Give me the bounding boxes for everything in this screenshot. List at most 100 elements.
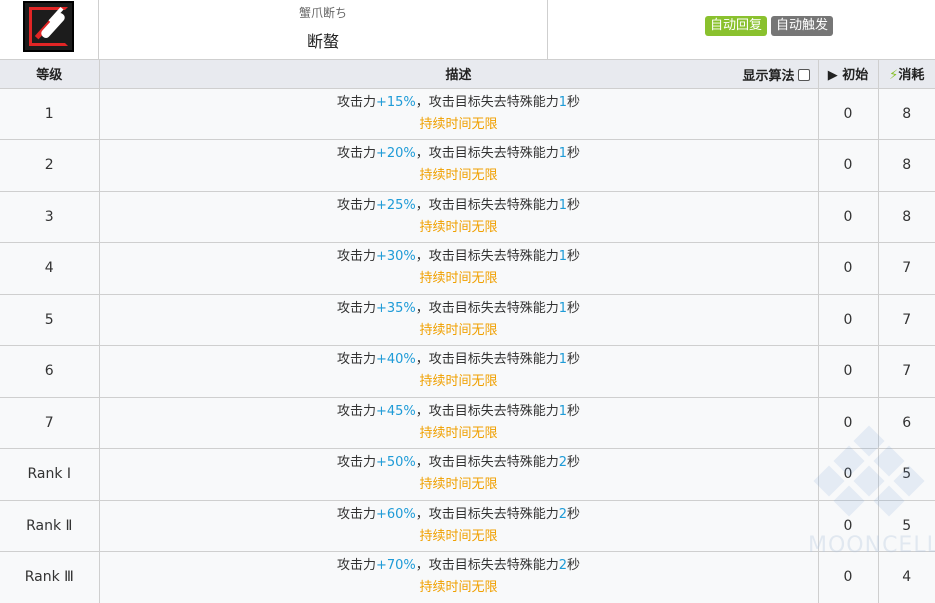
effect-middle: ，攻击目标失去特殊能力: [415, 403, 559, 419]
seconds-value: 1: [558, 300, 568, 316]
atk-value: +70%: [375, 558, 416, 574]
duration-text: 持续时间无限: [419, 528, 498, 544]
cost-cell: 6: [877, 396, 935, 449]
description-cell: 攻击力+60%，攻击目标失去特殊能力2秒持续时间无限: [98, 499, 819, 552]
level-cell: 5: [0, 293, 100, 346]
description-cell: 攻击力+50%，攻击目标失去特殊能力2秒持续时间无限: [98, 448, 819, 501]
seconds-value: 1: [558, 197, 568, 213]
seconds-value: 2: [558, 455, 568, 471]
effect-middle: ，攻击目标失去特殊能力: [415, 558, 559, 574]
effect-prefix: 攻击力: [336, 506, 376, 522]
effect-middle: ，攻击目标失去特殊能力: [415, 300, 559, 316]
level-cell: 7: [0, 396, 100, 449]
table-row: Rank Ⅱ 攻击力+60%，攻击目标失去特殊能力2秒 持续时间无限 0 5: [0, 499, 935, 552]
initial-cell: 0: [817, 499, 879, 552]
initial-cell: 0: [817, 190, 879, 243]
effect-prefix: 攻击力: [336, 197, 376, 213]
initial-cell: 0: [817, 396, 879, 449]
seconds-unit: 秒: [567, 197, 581, 213]
seconds-value: 1: [558, 403, 568, 419]
description-cell: 攻击力+30%，攻击目标失去特殊能力1秒持续时间无限: [98, 242, 819, 295]
cost-cell: 8: [877, 190, 935, 243]
seconds-unit: 秒: [567, 146, 581, 162]
header-initial-label: 初始: [842, 68, 869, 84]
seconds-unit: 秒: [567, 249, 581, 265]
seconds-value: 2: [558, 558, 568, 574]
skill-name: 断螯: [306, 32, 339, 51]
cost-cell: 7: [877, 242, 935, 295]
description-cell: 攻击力+40%，攻击目标失去特殊能力1秒 持续时间无限: [98, 345, 819, 398]
effect-prefix: 攻击力: [336, 352, 376, 368]
cost-cell: 4: [877, 551, 935, 603]
atk-value: +45%: [375, 403, 416, 419]
initial-cell: 0: [817, 242, 879, 295]
effect-middle: ，攻击目标失去特殊能力: [415, 506, 559, 522]
duration-text: 持续时间无限: [419, 219, 498, 235]
seconds-unit: 秒: [567, 455, 581, 471]
effect-line: 攻击力+50%，攻击目标失去特殊能力2秒: [100, 452, 818, 474]
skill-icon-cell: [0, 0, 99, 60]
level-cell: 4: [0, 242, 100, 295]
seconds-unit: 秒: [567, 558, 581, 574]
duration-text: 持续时间无限: [419, 271, 498, 287]
level-cell: Rank Ⅰ: [0, 448, 100, 501]
table-row: 2 攻击力+20%，攻击目标失去特殊能力1秒 持续时间无限 0 8: [0, 139, 935, 192]
seconds-value: 1: [558, 352, 568, 368]
effect-line: 攻击力+35%，攻击目标失去特殊能力1秒: [100, 298, 818, 320]
initial-cell: 0: [817, 551, 879, 603]
show-formula-label: 显示算法: [742, 69, 795, 84]
seconds-value: 1: [558, 94, 568, 110]
cost-cell: 7: [877, 293, 935, 346]
initial-cell: 0: [817, 139, 879, 192]
crab-claw-skill-icon: [23, 1, 74, 52]
duration-text: 持续时间无限: [419, 168, 498, 184]
effect-middle: ，攻击目标失去特殊能力: [415, 455, 559, 471]
duration-text: 持续时间无限: [419, 116, 498, 132]
seconds-unit: 秒: [567, 506, 581, 522]
header-cost-label: 消耗: [898, 68, 925, 84]
seconds-value: 1: [558, 249, 568, 265]
skill-level-table: 等级 描述 显示算法 ▶ 初始 ⚡消耗 1 攻击力+15%，攻击目标失去特殊能力1…: [0, 60, 935, 603]
duration-text: 持续时间无限: [419, 580, 498, 596]
table-header-row: 等级 描述 显示算法 ▶ 初始 ⚡消耗: [0, 60, 935, 89]
show-formula-toggle[interactable]: 显示算法: [742, 65, 810, 84]
effect-prefix: 攻击力: [336, 300, 376, 316]
atk-value: +60%: [375, 506, 416, 522]
duration-text: 持续时间无限: [419, 477, 498, 493]
skill-header: 蟹爪断ち 断螯 自动回复 自动触发: [0, 0, 935, 60]
initial-cell: 0: [817, 345, 879, 398]
effect-line: 攻击力+30%，攻击目标失去特殊能力1秒: [100, 246, 818, 268]
table-row: Rank Ⅲ 攻击力+70%，攻击目标失去特殊能力2秒 持续时间无限 0 4: [0, 551, 935, 603]
initial-cell: 0: [817, 448, 879, 501]
initial-cell: 0: [817, 293, 879, 346]
atk-value: +35%: [375, 300, 416, 316]
effect-line: 攻击力+20%，攻击目标失去特殊能力1秒: [100, 143, 818, 165]
table-row: 3 攻击力+25%，攻击目标失去特殊能力1秒 持续时间无限 0 8: [0, 190, 935, 243]
show-formula-checkbox[interactable]: [797, 68, 810, 81]
description-cell: 攻击力+45%，攻击目标失去特殊能力1秒 持续时间无限: [98, 396, 819, 449]
description-cell: 攻击力+20%，攻击目标失去特殊能力1秒持续时间无限: [98, 139, 819, 192]
atk-value: +25%: [375, 197, 416, 213]
effect-line: 攻击力+15%，攻击目标失去特殊能力1秒: [100, 92, 818, 114]
duration-text: 持续时间无限: [419, 425, 498, 441]
skill-badges: 自动回复 自动触发: [705, 16, 834, 36]
atk-value: +15%: [375, 94, 416, 110]
description-cell: 攻击力+15%，攻击目标失去特殊能力1秒持续时间无限: [98, 87, 819, 140]
level-cell: 6: [0, 345, 100, 398]
header-level: 等级: [0, 60, 100, 89]
effect-line: 攻击力+25%，攻击目标失去特殊能力1秒: [100, 195, 818, 217]
level-cell: 3: [0, 190, 100, 243]
cost-cell: 8: [877, 87, 935, 140]
badge: 自动回复: [705, 16, 768, 36]
effect-prefix: 攻击力: [336, 558, 376, 574]
level-cell: Rank Ⅱ: [0, 499, 100, 552]
duration-text: 持续时间无限: [419, 322, 498, 338]
initial-cell: 0: [817, 87, 879, 140]
table-row: 5 攻击力+35%，攻击目标失去特殊能力1秒持续时间无限 0 7: [0, 293, 935, 346]
effect-line: 攻击力+60%，攻击目标失去特殊能力2秒: [100, 504, 818, 526]
effect-prefix: 攻击力: [336, 146, 376, 162]
effect-prefix: 攻击力: [336, 455, 376, 471]
level-cell: 2: [0, 139, 100, 192]
effect-middle: ，攻击目标失去特殊能力: [415, 197, 559, 213]
seconds-unit: 秒: [567, 403, 581, 419]
